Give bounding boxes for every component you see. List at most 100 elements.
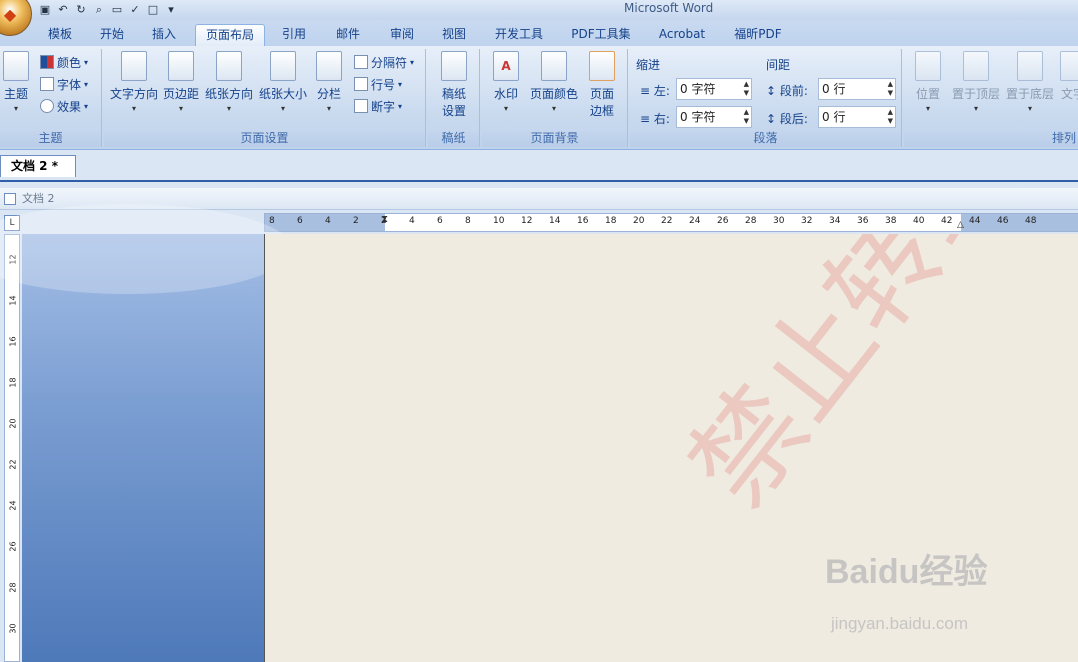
document-page[interactable]: 禁止转载 Baidu经验 jingyan.baidu.com xyxy=(264,234,1078,662)
breaks-button[interactable]: 分隔符 ▾ xyxy=(354,53,414,71)
spacing-before-input[interactable]: 0 行 ▲ ▼ xyxy=(818,78,896,100)
indent-left-text: 左: xyxy=(653,84,670,98)
bring-to-front-label: 置于顶层 xyxy=(951,87,1000,101)
undo-icon[interactable]: ↶ xyxy=(56,3,70,17)
tab-review[interactable]: 审阅 xyxy=(382,24,422,46)
text-wrap-button[interactable]: 文字 xyxy=(1058,51,1078,102)
document-tab[interactable]: 文档 2 * xyxy=(0,155,76,177)
open-icon[interactable]: ▭ xyxy=(110,3,124,17)
dropdown-arrow-icon: ▾ xyxy=(326,104,331,113)
indent-right-text: 右: xyxy=(653,112,670,126)
horizontal-ruler[interactable]: 8 6 4 2 2 4 6 8 10 12 14 16 18 20 22 24 26 28 30 32 34 36 38 40… xyxy=(264,213,1078,232)
spacing-before-value: 0 行 xyxy=(822,82,846,96)
effects-icon xyxy=(40,99,54,113)
document-tab-bar: 文档 2 * xyxy=(0,150,1078,182)
spinner-arrows-icon[interactable]: ▲ ▼ xyxy=(744,108,749,126)
draft-paper-button[interactable]: 稿纸 设置 xyxy=(436,51,472,119)
send-to-back-label: 置于底层 xyxy=(1005,87,1054,101)
page-color-label: 页面颜色 xyxy=(529,87,578,101)
orientation-icon xyxy=(216,51,242,81)
spinner-arrows-icon[interactable]: ▲ ▼ xyxy=(888,108,893,126)
app-title: Microsoft Word xyxy=(624,1,714,15)
orientation-button[interactable]: 纸张方向 ▾ xyxy=(204,51,254,113)
dropdown-arrow-icon: ▾ xyxy=(1027,104,1032,113)
vertical-ruler[interactable]: 12 14 16 18 20 22 24 26 28 30 xyxy=(4,234,20,662)
tab-page-layout[interactable]: 页面布局 xyxy=(195,24,265,46)
margins-icon xyxy=(168,51,194,81)
document-tab-label: 文档 2 * xyxy=(11,159,58,173)
page-borders-button[interactable]: 页面 边框 xyxy=(586,51,618,119)
page-color-icon xyxy=(541,51,567,81)
ruler-tick: 18 xyxy=(605,216,617,226)
tab-pdf-tools[interactable]: PDF工具集 xyxy=(566,24,636,46)
hyphenation-button[interactable]: 断字 ▾ xyxy=(354,97,402,115)
spacing-after-label: ↕ 段后: xyxy=(766,110,808,127)
send-to-back-button[interactable]: 置于底层 ▾ xyxy=(1004,51,1056,113)
ruler-tick: 20 xyxy=(8,418,18,429)
ruler-tick: 24 xyxy=(689,216,701,226)
theme-label: 主题 xyxy=(3,87,28,101)
dropdown-arrow-icon: ▾ xyxy=(410,57,415,67)
tab-template[interactable]: 模板 xyxy=(40,24,80,46)
theme-button[interactable]: 主题 ▾ xyxy=(0,51,32,113)
spinner-arrows-icon[interactable]: ▲ ▼ xyxy=(744,80,749,98)
spacing-before-text: 段前: xyxy=(779,84,808,98)
watermark-text: 禁止转载 xyxy=(665,234,1038,529)
spacing-heading: 间距 xyxy=(766,58,791,72)
paper-size-button[interactable]: 纸张大小 ▾ xyxy=(257,51,309,113)
columns-label: 分栏 xyxy=(316,87,341,101)
tab-acrobat[interactable]: Acrobat xyxy=(652,24,712,46)
line-numbers-button[interactable]: 行号 ▾ xyxy=(354,75,402,93)
theme-effects-button[interactable]: 效果 ▾ xyxy=(40,97,88,115)
ruler-tick: 24 xyxy=(8,500,18,511)
tab-insert[interactable]: 插入 xyxy=(144,24,184,46)
ruler-tick: 30 xyxy=(8,623,18,634)
ruler-tick: 32 xyxy=(801,216,813,226)
ruler-tick: 30 xyxy=(773,216,785,226)
indent-left-input[interactable]: 0 字符 ▲ ▼ xyxy=(676,78,752,100)
save-icon[interactable]: ▣ xyxy=(38,3,52,17)
ruler-tick: 8 xyxy=(269,216,275,226)
redo-icon[interactable]: ↻ xyxy=(74,3,88,17)
spinner-arrows-icon[interactable]: ▲ ▼ xyxy=(888,80,893,98)
draft-paper-icon xyxy=(441,51,467,81)
tab-home[interactable]: 开始 xyxy=(92,24,132,46)
tab-foxit-pdf[interactable]: 福昕PDF xyxy=(728,24,788,46)
theme-fonts-button[interactable]: 字体 ▾ xyxy=(40,75,88,93)
tab-view[interactable]: 视图 xyxy=(434,24,474,46)
indent-heading: 缩进 xyxy=(636,58,661,72)
tab-mailings[interactable]: 邮件 xyxy=(328,24,368,46)
bring-to-front-button[interactable]: 置于顶层 ▾ xyxy=(950,51,1002,113)
ruler-tick: 16 xyxy=(577,216,589,226)
customize-qat-icon[interactable]: ▾ xyxy=(164,3,178,17)
hyphenation-icon xyxy=(354,99,368,113)
spacing-before-label: ↕ 段前: xyxy=(766,82,808,99)
right-indent-marker-icon[interactable]: △ xyxy=(957,220,964,230)
indent-right-label: ≡ 右: xyxy=(640,110,670,127)
page-color-button[interactable]: 页面颜色 ▾ xyxy=(528,51,580,113)
fonts-label: 字体 xyxy=(57,77,82,92)
watermark-button[interactable]: A 水印 ▾ xyxy=(490,51,522,113)
columns-button[interactable]: 分栏 ▾ xyxy=(314,51,344,113)
tab-developer[interactable]: 开发工具 xyxy=(488,24,550,46)
print-preview-icon[interactable]: ⌕ xyxy=(92,3,106,17)
new-doc-icon[interactable]: □ xyxy=(146,3,160,17)
group-draft-paper: 稿纸 设置 稿纸 xyxy=(428,49,480,147)
indent-marker-icon[interactable]: ⧗ xyxy=(381,214,388,225)
effects-label: 效果 xyxy=(57,99,82,114)
theme-colors-button[interactable]: 颜色 ▾ xyxy=(40,53,88,71)
dropdown-arrow-icon: ▾ xyxy=(551,104,556,113)
colors-icon xyxy=(40,55,54,69)
dropdown-arrow-icon: ▾ xyxy=(13,104,18,113)
ruler-tick: 4 xyxy=(409,216,415,226)
spelling-icon[interactable]: ✓ xyxy=(128,3,142,17)
margins-button[interactable]: 页边距 ▾ xyxy=(162,51,200,113)
group-label-draft-paper: 稿纸 xyxy=(428,129,479,147)
spacing-after-input[interactable]: 0 行 ▲ ▼ xyxy=(818,106,896,128)
tab-references[interactable]: 引用 xyxy=(276,24,312,46)
text-direction-button[interactable]: 文字方向 ▾ xyxy=(108,51,160,113)
ruler-tick: 4 xyxy=(325,216,331,226)
indent-right-input[interactable]: 0 字符 ▲ ▼ xyxy=(676,106,752,128)
position-button[interactable]: 位置 ▾ xyxy=(910,51,946,113)
group-label-theme: 主题 xyxy=(0,129,101,147)
